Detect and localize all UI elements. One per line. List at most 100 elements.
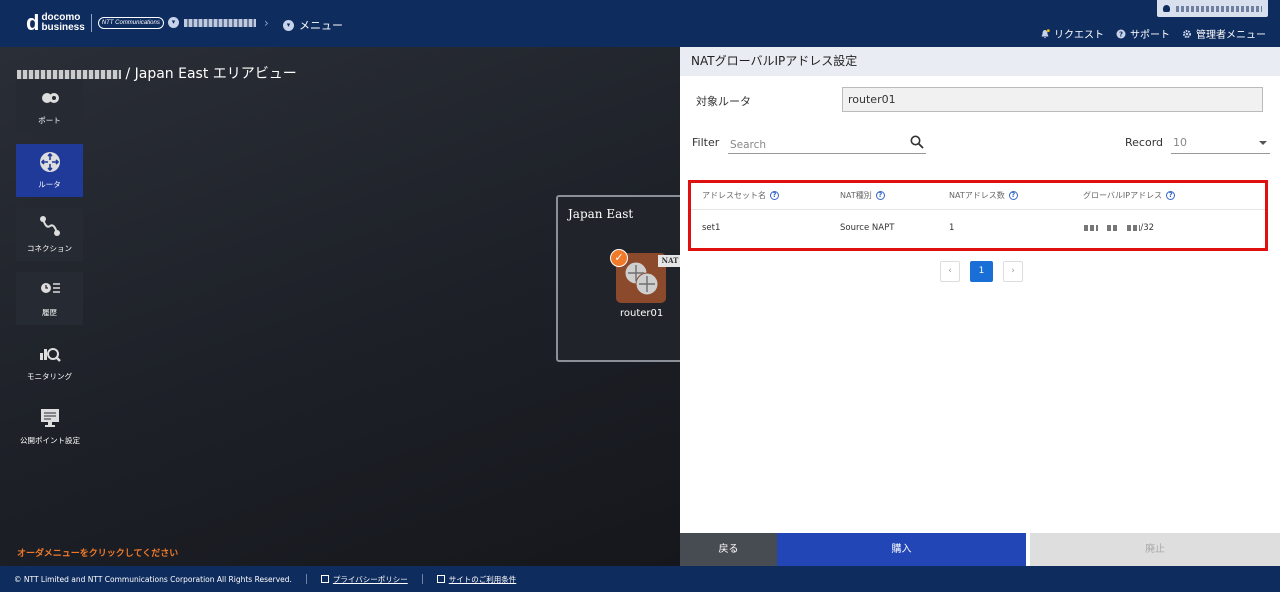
- sidebar-item-public-point[interactable]: 公開ポイント設定: [16, 400, 84, 453]
- tenant-name-redacted: [184, 18, 256, 27]
- page-title-text: / Japan East エリアビュー: [125, 66, 297, 82]
- ip-suffix: /32: [1140, 223, 1155, 233]
- logo-wordmark: docomo business: [41, 13, 84, 33]
- column-header-nat-count: NATアドレス数 ?: [949, 190, 1018, 201]
- search-input[interactable]: [728, 135, 903, 155]
- tenant-selector[interactable]: ▾: [168, 17, 256, 28]
- search-box: [728, 133, 926, 155]
- column-header-nat-type: NAT種別 ?: [840, 190, 885, 201]
- abolish-button: 廃止: [1030, 533, 1280, 566]
- port-icon: [41, 93, 59, 103]
- chevron-down-icon: ▾: [168, 17, 179, 28]
- user-account-box[interactable]: [1157, 0, 1268, 17]
- record-select[interactable]: 10: [1171, 133, 1270, 154]
- sidebar-item-label: ポート: [38, 116, 61, 125]
- nat-badge: NAT: [658, 255, 682, 267]
- public-point-icon: [41, 409, 59, 427]
- monitoring-icon: [39, 348, 61, 362]
- footer-divider: [305, 574, 307, 584]
- panel-title: NATグローバルIPアドレス設定: [680, 47, 1280, 76]
- svg-text:?: ?: [1119, 30, 1123, 38]
- next-page-button[interactable]: ›: [1003, 261, 1023, 282]
- menu-label: メニュー: [299, 19, 343, 32]
- order-hint: オーダメニューをクリックしてください: [17, 549, 179, 559]
- sidebar-item-label: 履歴: [42, 308, 57, 317]
- prev-page-button[interactable]: ‹: [940, 261, 960, 282]
- admin-menu-label: 管理者メニュー: [1196, 30, 1266, 41]
- logo-line2: business: [41, 22, 85, 33]
- gear-icon: [1183, 29, 1191, 38]
- nat-settings-panel: NATグローバルIPアドレス設定 対象ルータ router01 Filter R…: [680, 47, 1280, 566]
- action-buttons: 戻る 購入 廃止: [680, 533, 1280, 566]
- ip-redacted: [1127, 224, 1141, 231]
- help-icon[interactable]: ?: [875, 191, 885, 200]
- terms-label: サイトのご利用条件: [448, 574, 517, 584]
- footer-divider: [421, 574, 423, 584]
- cell-nat-count: 1: [949, 223, 955, 233]
- sidebar-item-history[interactable]: 履歴: [16, 272, 83, 325]
- support-link[interactable]: ? サポート: [1116, 26, 1170, 41]
- history-icon: [40, 283, 60, 293]
- sidebar-item-label: 公開ポイント設定: [20, 436, 80, 445]
- chevron-down-icon: ▾: [283, 19, 294, 31]
- area-label: Japan East: [568, 207, 634, 221]
- router-name: router01: [620, 308, 664, 319]
- admin-menu-link[interactable]: 管理者メニュー: [1182, 26, 1266, 41]
- chevron-right-icon: ›: [264, 16, 269, 30]
- external-link-icon: [320, 575, 329, 583]
- tenant-name-redacted: [17, 69, 121, 79]
- filter-label: Filter: [692, 136, 720, 149]
- record-label: Record: [1125, 136, 1164, 149]
- router-icon: [39, 152, 60, 172]
- order-sidebar: ポート ルータ コネクション 履歴 モニタリング 公開ポイント設定: [16, 80, 84, 464]
- header-links: リクエスト ? サポート 管理者メニュー: [1040, 26, 1266, 41]
- logo-mark: d: [26, 10, 40, 35]
- user-name-redacted: [1176, 5, 1262, 12]
- bell-icon: [1040, 29, 1050, 39]
- sidebar-item-port[interactable]: ポート: [16, 80, 83, 133]
- copyright: © NTT Limited and NTT Communications Cor…: [14, 574, 292, 584]
- target-router-label: 対象ルータ: [696, 95, 751, 108]
- column-header-global-ip: グローバルIPアドレス ?: [1083, 190, 1176, 201]
- ip-redacted: [1106, 224, 1119, 231]
- sidebar-item-label: ルータ: [38, 180, 61, 189]
- menu-selector[interactable]: ▾ メニュー: [283, 17, 343, 33]
- pagination: ‹ 1 ›: [940, 261, 1023, 282]
- buy-button[interactable]: 購入: [777, 533, 1026, 566]
- privacy-policy-label: プライバシーポリシー: [332, 574, 408, 584]
- ip-redacted: [1084, 224, 1098, 231]
- help-icon[interactable]: ?: [770, 191, 779, 200]
- request-label: リクエスト: [1054, 30, 1104, 41]
- connection-icon: [39, 216, 60, 236]
- cell-address-set: set1: [702, 223, 721, 233]
- column-header-address-set: アドレスセット名 ?: [702, 190, 779, 201]
- search-icon[interactable]: [910, 135, 924, 149]
- column-header-label: アドレスセット名: [702, 191, 766, 200]
- column-header-label: NATアドレス数: [949, 191, 1005, 200]
- docomo-business-logo[interactable]: d docomo business NTT Communications: [26, 12, 164, 34]
- back-button[interactable]: 戻る: [680, 533, 777, 566]
- top-header: d docomo business NTT Communications ▾ ›…: [0, 0, 1280, 47]
- logo-divider: [90, 14, 92, 32]
- page-button-current[interactable]: 1: [970, 261, 993, 282]
- column-header-label: グローバルIPアドレス: [1083, 191, 1163, 200]
- help-circle-icon: ?: [1116, 29, 1126, 38]
- table-header: アドレスセット名 ? NAT種別 ? NATアドレス数 ? グローバルIPアドレ…: [691, 183, 1265, 210]
- help-icon[interactable]: ?: [1008, 191, 1018, 200]
- record-value: 10: [1173, 136, 1187, 149]
- request-link[interactable]: リクエスト: [1040, 26, 1104, 41]
- terms-link[interactable]: サイトのご利用条件: [436, 574, 517, 585]
- help-icon[interactable]: ?: [1166, 191, 1176, 200]
- area-japan-east[interactable]: Japan East ✓ NAT router01: [556, 195, 696, 362]
- check-icon: ✓: [610, 249, 628, 267]
- cell-nat-type: Source NAPT: [840, 223, 895, 233]
- support-label: サポート: [1130, 30, 1170, 41]
- sidebar-item-monitoring[interactable]: モニタリング: [16, 336, 83, 389]
- sidebar-item-connection[interactable]: コネクション: [16, 208, 83, 261]
- user-icon: [1163, 5, 1170, 12]
- sidebar-item-router[interactable]: ルータ: [16, 144, 83, 197]
- privacy-policy-link[interactable]: プライバシーポリシー: [320, 574, 408, 585]
- column-header-label: NAT種別: [840, 191, 872, 200]
- topology-canvas: / Japan East エリアビュー ポート ルータ コネクション 履歴 モニ…: [0, 47, 696, 566]
- target-router-field: router01: [842, 87, 1263, 112]
